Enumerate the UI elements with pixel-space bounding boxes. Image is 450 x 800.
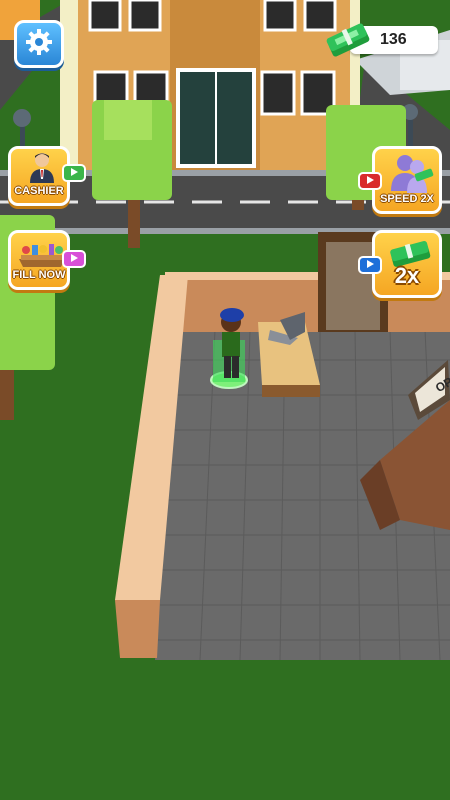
- settings-button[interactable]: [14, 20, 64, 68]
- money-multiplier-booster-button[interactable]: 2x: [372, 230, 442, 298]
- speed-ad-badge[interactable]: [358, 172, 382, 190]
- play-icon: [69, 164, 79, 182]
- speed-people-icon: [385, 153, 435, 198]
- cashier-avatar-icon: [27, 151, 57, 188]
- play-icon: [365, 172, 375, 190]
- cashier-ad-badge[interactable]: [62, 164, 86, 182]
- play-icon: [69, 250, 79, 268]
- multiplier-ad-badge[interactable]: [358, 256, 382, 274]
- speed-label: SPEED 2X: [380, 193, 434, 205]
- multiplier-label: 2x: [394, 263, 420, 288]
- game-scene[interactable]: [0, 0, 450, 800]
- fill-now-booster-button[interactable]: FILL NOW: [8, 230, 70, 290]
- cash-stack-icon: [322, 20, 374, 65]
- fill-now-ad-badge[interactable]: [62, 250, 86, 268]
- gear-icon: [24, 27, 54, 62]
- cashier-booster-button[interactable]: CASHIER: [8, 146, 70, 206]
- play-icon: [365, 256, 375, 274]
- cashier-label: CASHIER: [14, 185, 64, 197]
- fill-now-label: FILL NOW: [12, 269, 66, 281]
- speed-booster-button[interactable]: SPEED 2X: [372, 146, 442, 214]
- cash-amount: 136: [380, 31, 407, 48]
